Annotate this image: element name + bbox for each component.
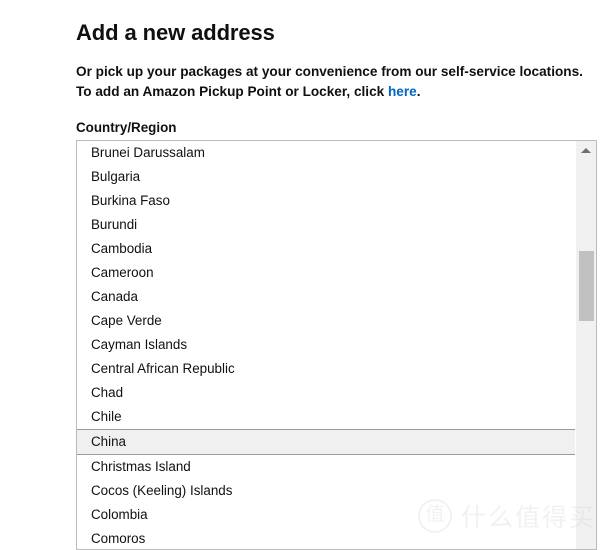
pickup-info-text-after-link: . bbox=[416, 84, 421, 99]
page-title: Add a new address bbox=[76, 20, 275, 45]
listbox-scrollbar[interactable] bbox=[575, 141, 596, 549]
country-region-label: Country/Region bbox=[76, 120, 177, 135]
option-row[interactable]: Cameroon bbox=[77, 261, 575, 285]
country-option-list[interactable]: Brunei Darussalam Bulgaria Burkina Faso Bur… bbox=[77, 141, 575, 549]
option-row[interactable]: Bulgaria bbox=[77, 165, 575, 189]
option-row[interactable]: Comoros bbox=[77, 527, 575, 549]
option-row[interactable]: Central African Republic bbox=[77, 357, 575, 381]
option-row[interactable]: Brunei Darussalam bbox=[77, 141, 575, 165]
triangle-up-icon bbox=[581, 147, 591, 153]
pickup-info-paragraph: Or pick up your packages at your conveni… bbox=[76, 62, 586, 102]
pickup-point-here-link[interactable]: here bbox=[388, 84, 417, 99]
scroll-up-button[interactable] bbox=[576, 141, 596, 159]
option-row[interactable]: Burkina Faso bbox=[77, 189, 575, 213]
option-row[interactable]: Christmas Island bbox=[77, 455, 575, 479]
country-region-listbox[interactable]: Brunei Darussalam Bulgaria Burkina Faso Bur… bbox=[76, 140, 597, 550]
pickup-info-text-before-link: Or pick up your packages at your conveni… bbox=[76, 64, 583, 99]
option-row[interactable]: Cape Verde bbox=[77, 309, 575, 333]
option-row[interactable]: Cocos (Keeling) Islands bbox=[77, 479, 575, 503]
option-row[interactable]: Cambodia bbox=[77, 237, 575, 261]
option-row[interactable]: Cayman Islands bbox=[77, 333, 575, 357]
option-row[interactable]: Chad bbox=[77, 381, 575, 405]
option-row-selected[interactable]: China bbox=[77, 429, 575, 455]
option-row[interactable]: Canada bbox=[77, 285, 575, 309]
scrollbar-thumb[interactable] bbox=[579, 251, 594, 321]
option-row[interactable]: Burundi bbox=[77, 213, 575, 237]
option-row[interactable]: Colombia bbox=[77, 503, 575, 527]
option-row[interactable]: Chile bbox=[77, 405, 575, 429]
add-address-page: Add a new address Or pick up your packag… bbox=[0, 0, 610, 550]
